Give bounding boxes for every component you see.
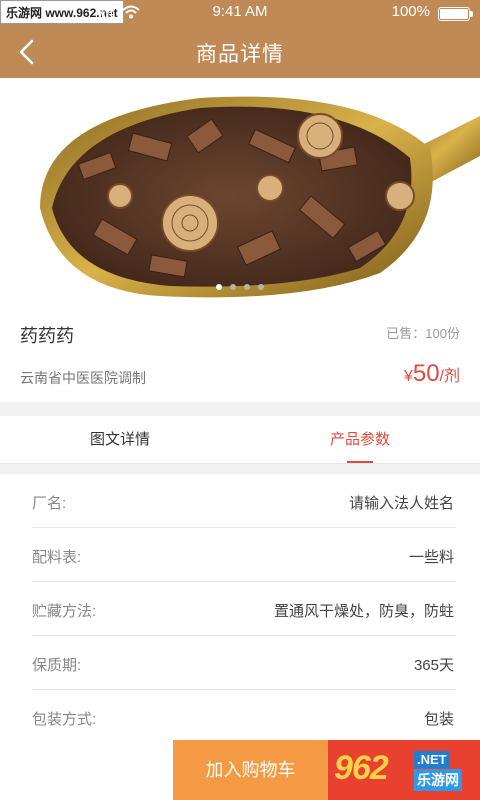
carousel-dot[interactable] xyxy=(216,284,222,290)
param-value: 365天 xyxy=(413,657,454,674)
battery-percent: 100% xyxy=(391,3,430,20)
price-currency: ¥ xyxy=(403,368,413,385)
carousel-dot[interactable] xyxy=(230,284,236,290)
param-key: 配料表: xyxy=(32,549,82,566)
bottom-action-bar: 加入购物车 962 .NET 乐游网 xyxy=(0,740,480,800)
param-value: 一些料 xyxy=(408,549,454,566)
param-key: 保质期: xyxy=(32,657,82,674)
product-price: ¥50/剂 xyxy=(404,360,460,388)
param-key: 贮藏方法: xyxy=(32,603,97,620)
param-row-shelf-life: 保质期: 365天 xyxy=(32,636,456,690)
param-key: 包装方式: xyxy=(32,711,97,728)
status-bar: 乐游网 www.962.net 动 9:41 AM 100% xyxy=(0,0,480,26)
logo-net: .NET xyxy=(414,751,450,768)
page-title: 商品详情 xyxy=(196,43,284,66)
param-row-packaging: 包装方式: 包装 xyxy=(32,690,456,744)
tab-product-params[interactable]: 产品参数 xyxy=(240,416,480,464)
param-value: 请输入法人姓名 xyxy=(348,495,454,512)
add-to-cart-button[interactable]: 加入购物车 xyxy=(173,740,328,800)
detail-tabs: 图文详情 产品参数 xyxy=(0,416,480,464)
param-row-storage: 贮藏方法: 置通风干燥处，防臭，防蛀 xyxy=(32,582,456,636)
param-row-manufacturer: 厂名: 请输入法人姓名 xyxy=(32,474,456,528)
tab-image-text-details[interactable]: 图文详情 xyxy=(0,416,240,464)
header: 乐游网 www.962.net 动 9:41 AM 100% 商品详情 xyxy=(0,0,480,78)
carousel-dot[interactable] xyxy=(244,284,250,290)
carousel-indicator[interactable] xyxy=(0,284,480,290)
buy-now-button[interactable]: 962 .NET 乐游网 xyxy=(328,740,480,800)
price-unit: /剂 xyxy=(439,368,460,385)
nav-bar: 商品详情 xyxy=(0,26,480,78)
logo-number: 962 xyxy=(334,749,389,787)
product-image xyxy=(0,78,480,302)
product-name: 药药药 xyxy=(20,326,74,346)
product-maker: 云南省中医医院调制 xyxy=(20,370,146,386)
battery-icon xyxy=(438,7,473,21)
carousel-dot[interactable] xyxy=(258,284,264,290)
app-screen: 乐游网 www.962.net 动 9:41 AM 100% 商品详情 药药药 … xyxy=(0,0,480,800)
product-image-carousel[interactable] xyxy=(0,78,480,302)
watermark-logo: 962 .NET 乐游网 xyxy=(334,749,474,791)
product-info: 药药药 已售：100份 云南省中医医院调制 ¥50/剂 xyxy=(0,302,480,402)
param-row-ingredients: 配料表: 一些料 xyxy=(32,528,456,582)
logo-cn: 乐游网 xyxy=(414,769,462,791)
param-value: 包装 xyxy=(423,711,454,728)
params-list: 厂名: 请输入法人姓名 配料表: 一些料 贮藏方法: 置通风干燥处，防臭，防蛀 … xyxy=(0,474,480,740)
param-value: 置通风干燥处，防臭，防蛀 xyxy=(273,603,454,620)
price-value: 50 xyxy=(412,360,440,387)
param-key: 厂名: xyxy=(32,495,67,512)
sold-count: 已售：100份 xyxy=(386,326,460,341)
active-tab-indicator xyxy=(347,461,373,463)
